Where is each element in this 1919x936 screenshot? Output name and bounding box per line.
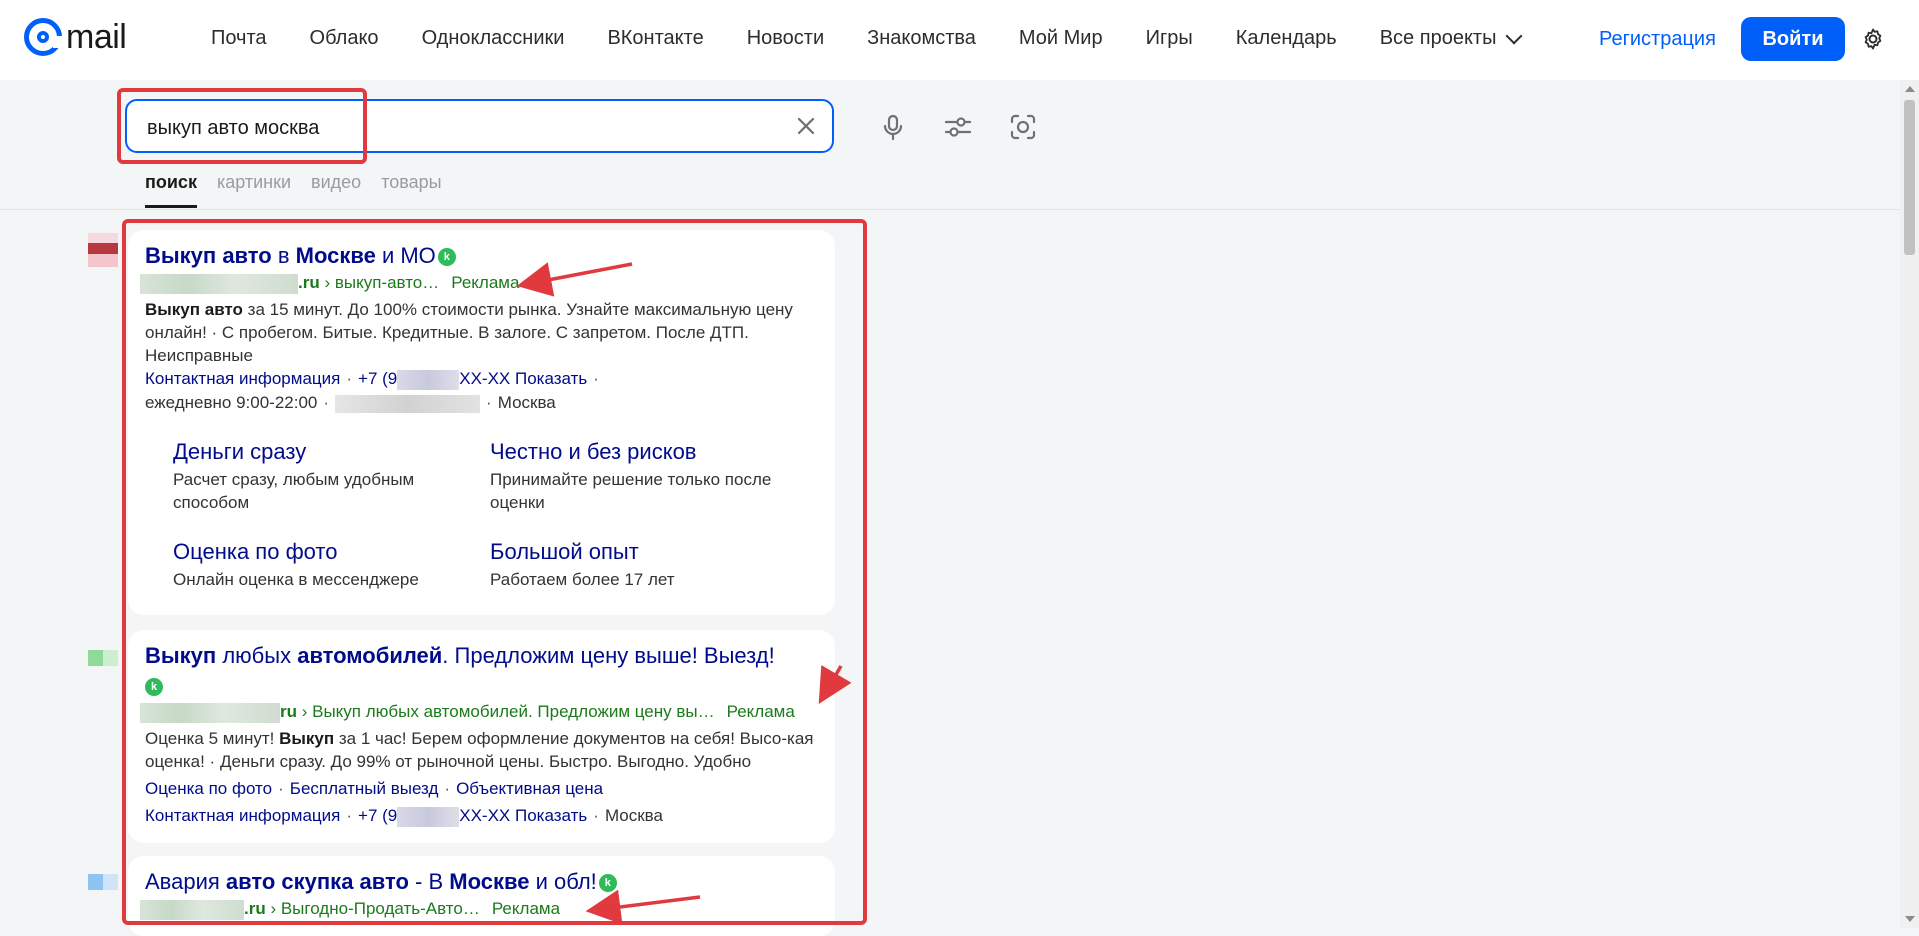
camera-search-icon[interactable]	[1008, 112, 1038, 142]
scroll-up-arrow-icon[interactable]	[1905, 86, 1915, 92]
nav-item-news[interactable]: Новости	[747, 27, 824, 50]
clear-icon[interactable]	[794, 114, 818, 138]
tab-images[interactable]: картинки	[217, 172, 291, 208]
scroll-down-arrow-icon[interactable]	[1905, 916, 1915, 922]
top-bar: mail Почта Облако Одноклассники ВКонтакт…	[0, 0, 1919, 80]
annotation-box-ads	[122, 219, 867, 925]
page-scrollbar[interactable]	[1900, 80, 1919, 928]
tab-goods[interactable]: товары	[381, 172, 441, 208]
result-favicon	[88, 650, 118, 666]
nav-item-vk[interactable]: ВКонтакте	[607, 27, 703, 50]
search-tabs: поиск картинки видео товары	[145, 172, 462, 208]
gear-icon[interactable]	[1861, 27, 1885, 51]
at-sign-icon	[24, 18, 63, 56]
result-favicon	[88, 874, 118, 890]
nav-item-pochta[interactable]: Почта	[211, 27, 267, 50]
login-button[interactable]: Войти	[1741, 17, 1845, 61]
nav-item-calendar[interactable]: Календарь	[1236, 27, 1337, 50]
nav-item-ok[interactable]: Одноклассники	[422, 27, 565, 50]
annotation-box-search	[117, 88, 367, 164]
tab-search[interactable]: поиск	[145, 172, 197, 208]
microphone-icon[interactable]	[878, 112, 908, 142]
register-link[interactable]: Регистрация	[1599, 28, 1716, 51]
projects-nav: Почта Облако Одноклассники ВКонтакте Нов…	[211, 27, 1563, 50]
nav-item-my-world[interactable]: Мой Мир	[1019, 27, 1103, 50]
all-projects-label: Все проекты	[1379, 27, 1497, 49]
logo-text: mail	[66, 18, 127, 56]
nav-item-dating[interactable]: Знакомства	[867, 27, 976, 50]
all-projects-menu[interactable]: Все проекты	[1379, 27, 1523, 50]
filters-icon[interactable]	[943, 112, 973, 142]
nav-item-games[interactable]: Игры	[1146, 27, 1193, 50]
result-favicon	[88, 233, 118, 267]
mail-logo[interactable]: mail	[24, 18, 127, 56]
chevron-down-icon	[1505, 27, 1523, 44]
tab-video[interactable]: видео	[311, 172, 361, 208]
scrollbar-thumb[interactable]	[1904, 100, 1915, 255]
nav-item-oblako[interactable]: Облако	[310, 27, 379, 50]
